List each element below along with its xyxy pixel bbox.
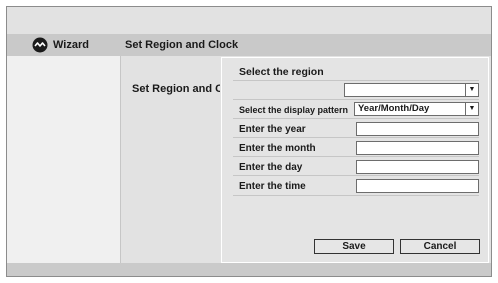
divider bbox=[233, 137, 479, 138]
region-heading: Select the region bbox=[239, 66, 324, 78]
divider bbox=[233, 175, 479, 176]
wizard-label: Wizard bbox=[53, 39, 89, 51]
pattern-select-value: Year/Month/Day bbox=[358, 103, 430, 114]
cancel-button[interactable]: Cancel bbox=[400, 239, 480, 254]
save-button[interactable]: Save bbox=[314, 239, 394, 254]
month-input[interactable] bbox=[356, 141, 479, 155]
divider bbox=[233, 156, 479, 157]
divider bbox=[233, 99, 479, 100]
content-title: Set Region and Clock bbox=[132, 83, 220, 95]
header-bar: Wizard Set Region and Clock bbox=[7, 34, 491, 56]
chevron-down-icon[interactable]: ▼ bbox=[465, 103, 478, 115]
month-label: Enter the month bbox=[239, 143, 316, 154]
day-input[interactable] bbox=[356, 160, 479, 174]
year-input[interactable] bbox=[356, 122, 479, 136]
page-title: Set Region and Clock bbox=[125, 39, 239, 51]
pattern-label: Select the display pattern bbox=[239, 105, 349, 115]
wizard-logo-icon bbox=[32, 37, 48, 53]
pattern-select[interactable]: Year/Month/Day ▼ bbox=[354, 102, 479, 116]
divider bbox=[233, 195, 479, 196]
year-label: Enter the year bbox=[239, 124, 306, 135]
sidebar bbox=[7, 56, 121, 263]
region-select[interactable]: ▼ bbox=[344, 83, 479, 97]
divider bbox=[233, 80, 479, 81]
time-label: Enter the time bbox=[239, 181, 306, 192]
day-label: Enter the day bbox=[239, 162, 303, 173]
footer-bar bbox=[7, 263, 491, 276]
chevron-down-icon[interactable]: ▼ bbox=[465, 84, 478, 96]
divider bbox=[233, 118, 479, 119]
time-input[interactable] bbox=[356, 179, 479, 193]
